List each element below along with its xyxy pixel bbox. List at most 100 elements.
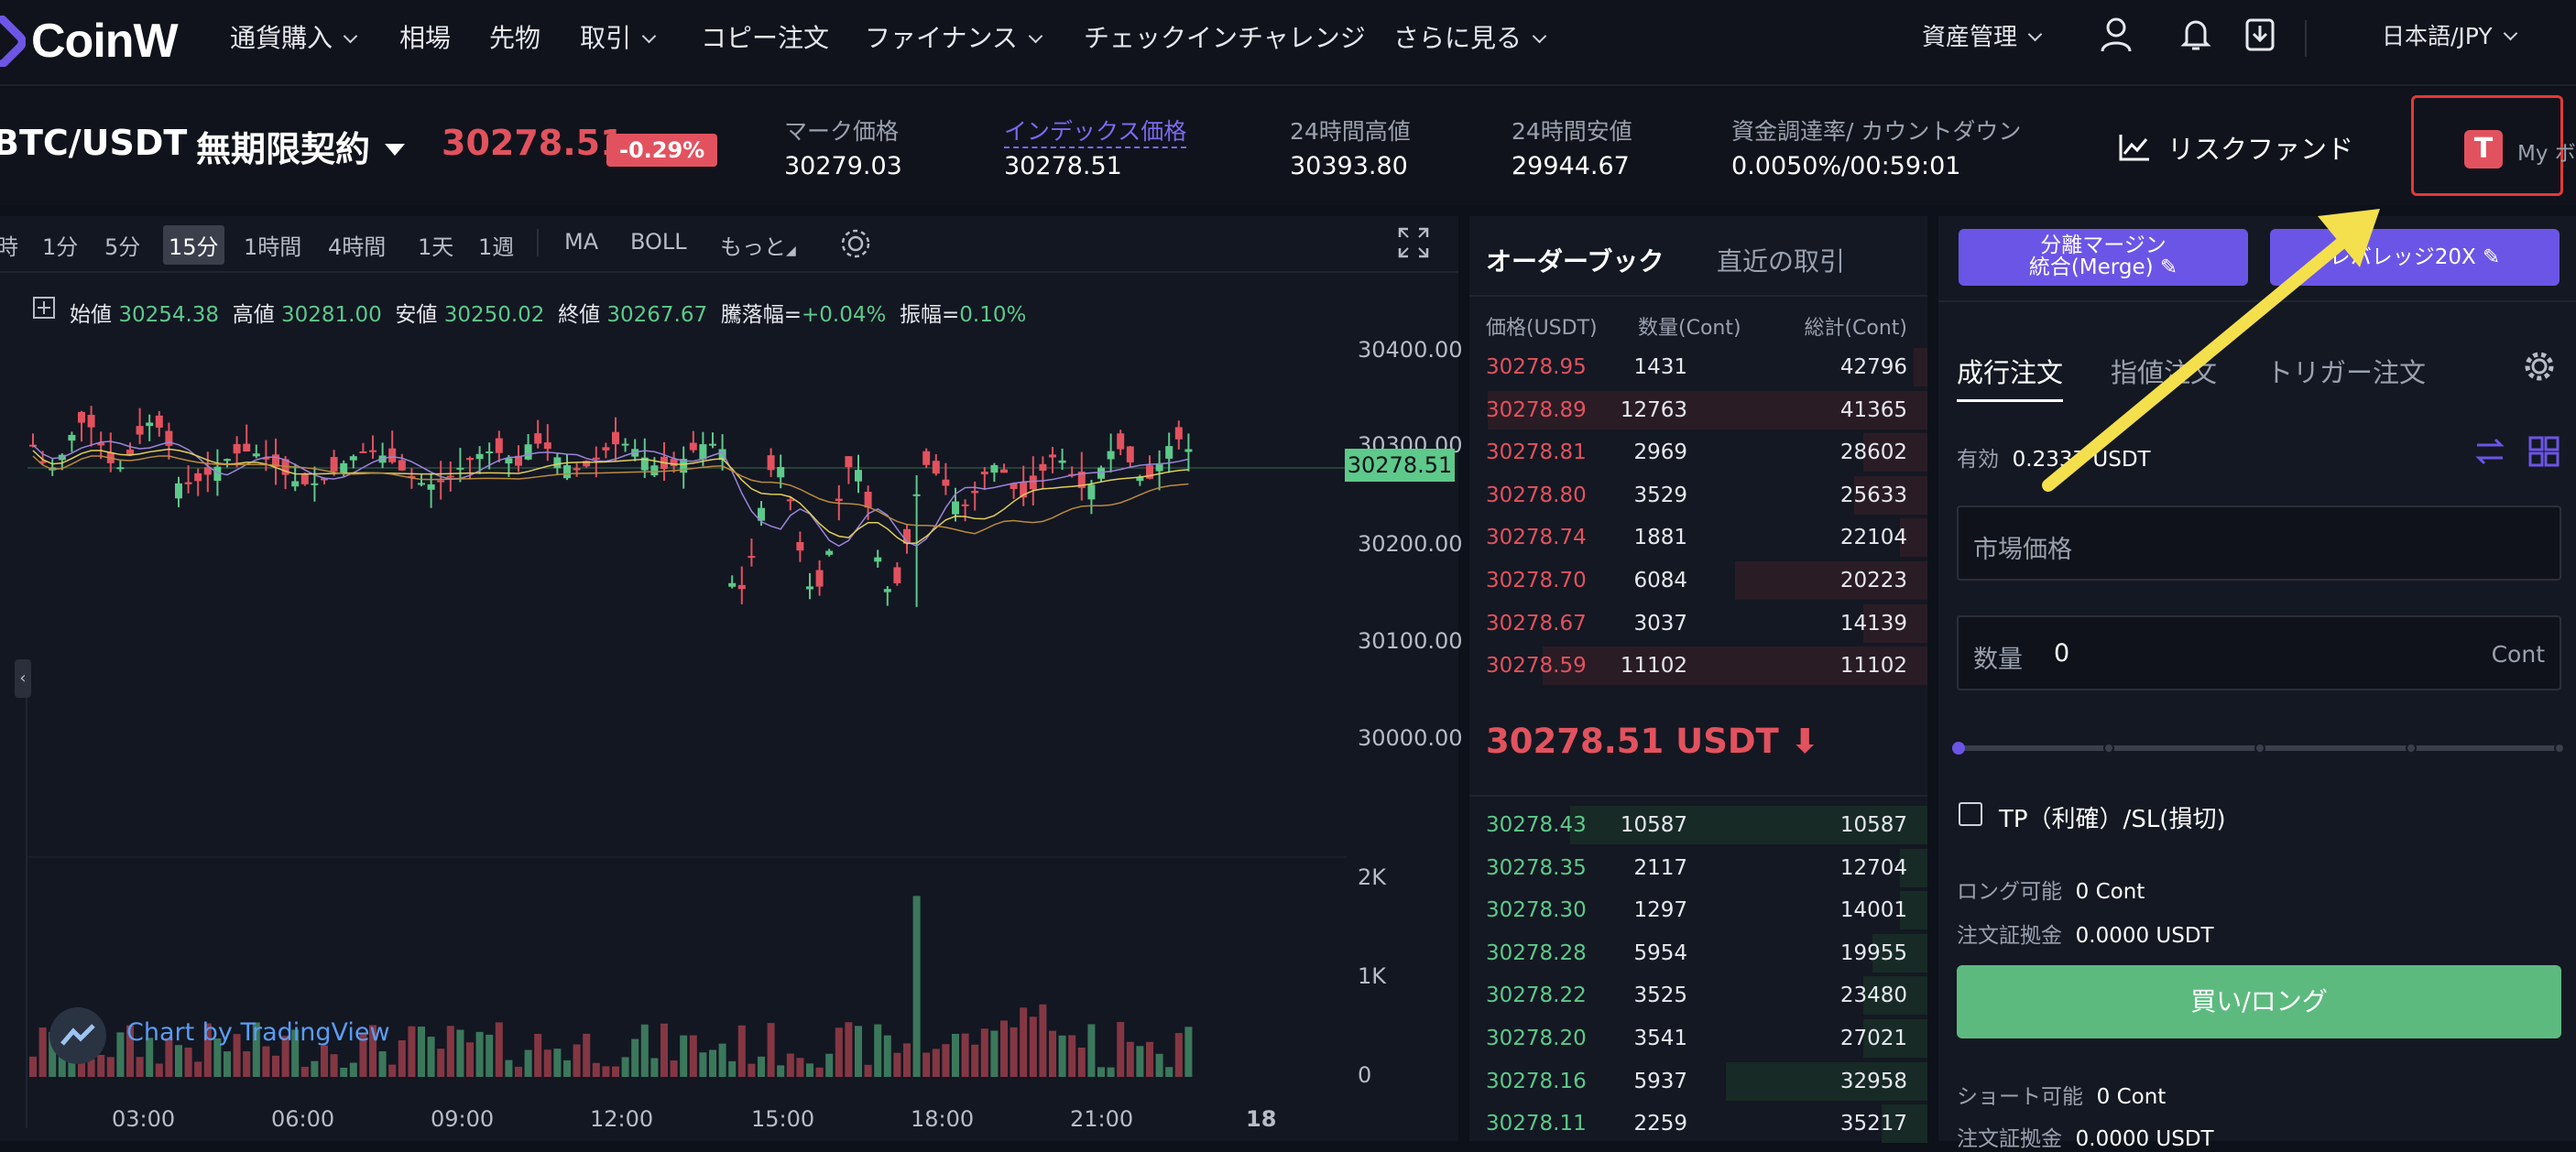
volume-bar <box>1020 1007 1028 1077</box>
volume-bar <box>243 1051 251 1077</box>
nav-trade[interactable]: 取引 <box>580 18 657 55</box>
usdt-logo-icon[interactable]: T <box>2464 130 2503 168</box>
bid-row[interactable]: 30278.20 3541 27021 <box>1469 1017 1927 1060</box>
risk-fund-link[interactable]: リスクファンド <box>2118 128 2353 167</box>
slider-stop[interactable] <box>2554 743 2565 754</box>
quantity-slider[interactable] <box>1952 742 2565 755</box>
user-icon[interactable] <box>2100 16 2133 53</box>
tpsl-checkbox[interactable] <box>1959 802 1982 826</box>
time-tick: 09:00 <box>431 1106 495 1132</box>
bid-row[interactable]: 30278.28 5954 19955 <box>1469 932 1927 974</box>
nav-futures[interactable]: 先物 <box>489 18 540 55</box>
nav-asset-management[interactable]: 資産管理 <box>1922 18 2043 52</box>
nav-checkin-challenge[interactable]: チェックインチャレンジ <box>1084 18 1366 55</box>
margin-mode-button[interactable]: 分離マージン 統合(Merge) ✎ <box>1959 229 2248 286</box>
tab-order-book[interactable]: オーダーブック <box>1486 242 1664 278</box>
candle-body <box>446 475 454 478</box>
ask-row[interactable]: 30278.67 3037 14139 <box>1469 603 1927 645</box>
slider-stop[interactable] <box>2103 743 2114 754</box>
collapse-left-button[interactable]: ‹ <box>15 659 31 698</box>
ask-row[interactable]: 30278.70 6084 20223 <box>1469 560 1927 602</box>
coinw-logo[interactable]: CoinW <box>0 9 179 73</box>
pair-symbol[interactable]: BTC/USDT <box>0 123 187 163</box>
slider-stop[interactable] <box>2254 743 2265 754</box>
settings-gear-icon[interactable] <box>2523 350 2556 383</box>
bid-price: 30278.35 <box>1486 855 1587 880</box>
slider-handle[interactable] <box>1952 742 1965 755</box>
ask-total: 14139 <box>1839 611 1907 636</box>
volume-bar <box>1058 1035 1066 1077</box>
nav-finance[interactable]: ファイナンス <box>865 18 1043 55</box>
volume-bar <box>1136 1046 1144 1077</box>
candle-body <box>845 456 853 468</box>
fullscreen-icon[interactable] <box>1398 227 1429 258</box>
tab-market-order[interactable]: 成行注文 <box>1957 352 2064 402</box>
candle-body <box>456 467 464 470</box>
time-tick: 03:00 <box>112 1106 176 1132</box>
bid-total: 19955 <box>1839 940 1907 965</box>
volume-bar <box>437 1049 445 1077</box>
nav-buy-crypto[interactable]: 通貨購入 <box>230 18 358 55</box>
chart-panel: 時 1分 5分 15分 1時間 4時間 1天 1週 MA BOLL もっと◢ 始… <box>0 216 1463 1141</box>
volume-bar <box>825 1053 834 1077</box>
volume-bar <box>777 1065 785 1077</box>
candle-body <box>573 468 581 471</box>
tradingview-logo-icon[interactable] <box>49 1007 106 1064</box>
tab-limit-order[interactable]: 指値注文 <box>2111 352 2217 390</box>
quantity-field[interactable]: 数量 0 Cont <box>1957 615 2561 690</box>
bid-row[interactable]: 30278.11 2259 35217 <box>1469 1103 1927 1145</box>
ask-row[interactable]: 30278.80 3529 25633 <box>1469 474 1927 516</box>
chevron-down-icon <box>1028 28 1043 44</box>
volume-bar <box>796 1058 804 1077</box>
volume-bar <box>845 1022 853 1077</box>
bid-row[interactable]: 30278.43 10587 10587 <box>1469 804 1927 846</box>
candle-body <box>980 472 988 474</box>
ask-row[interactable]: 30278.89 12763 41365 <box>1469 389 1927 431</box>
volume-bar <box>718 1043 726 1077</box>
low-24h-label: 24時間安値 <box>1512 118 1632 145</box>
ask-row[interactable]: 30278.59 11102 11102 <box>1469 645 1927 687</box>
ask-row[interactable]: 30278.81 2969 28602 <box>1469 431 1927 473</box>
volume-bar <box>1097 1067 1105 1077</box>
volume-bar <box>505 1060 513 1077</box>
candle-body <box>971 491 979 494</box>
leverage-button[interactable]: レバレッジ20X ✎ <box>2270 229 2560 286</box>
bid-row[interactable]: 30278.22 3525 23480 <box>1469 974 1927 1016</box>
transfer-icon[interactable] <box>2473 436 2506 467</box>
volume-bar <box>456 1029 464 1077</box>
volume-bar <box>689 1035 697 1077</box>
tab-recent-trades[interactable]: 直近の取引 <box>1717 242 1845 278</box>
buy-long-button[interactable]: 買い/ロング <box>1957 965 2561 1038</box>
index-price-label[interactable]: インデックス価格 <box>1004 114 1187 148</box>
bid-row[interactable]: 30278.35 2117 12704 <box>1469 847 1927 889</box>
contract-type-selector[interactable]: 無期限契約 <box>196 121 406 171</box>
nav-more[interactable]: さらに見る <box>1393 18 1547 55</box>
download-icon[interactable] <box>2244 16 2276 53</box>
bid-row[interactable]: 30278.30 1297 14001 <box>1469 889 1927 931</box>
my-link[interactable]: My ボ <box>2517 136 2576 167</box>
order-book-panel: オーダーブック 直近の取引 価格(USDT) 数量(Cont) 総計(Cont)… <box>1469 216 1927 1144</box>
market-price-field[interactable]: 市場価格 <box>1957 505 2561 581</box>
calculator-icon[interactable] <box>2528 436 2560 467</box>
ma-line <box>32 440 1189 548</box>
chevron-down-icon <box>1532 28 1547 44</box>
nav-copy-trade[interactable]: コピー注文 <box>701 18 829 55</box>
bid-row[interactable]: 30278.16 5937 32958 <box>1469 1060 1927 1103</box>
last-price: 30278.51 <box>442 123 625 163</box>
bell-icon[interactable] <box>2180 16 2211 53</box>
slider-stop[interactable] <box>2406 743 2417 754</box>
candle-body <box>475 453 484 460</box>
volume-bar <box>194 1061 202 1077</box>
candlestick-chart[interactable] <box>0 216 1347 1141</box>
bid-qty: 10587 <box>1620 813 1687 837</box>
language-selector[interactable]: 日本語/JPY <box>2382 18 2517 51</box>
ask-row[interactable]: 30278.74 1881 22104 <box>1469 516 1927 559</box>
volume-bar <box>786 1053 794 1077</box>
time-tick: 12:00 <box>590 1106 654 1132</box>
volume-bar <box>116 1032 125 1077</box>
ask-row[interactable]: 30278.95 1431 42796 <box>1469 346 1927 388</box>
tab-trigger-order[interactable]: トリガー注文 <box>2266 352 2426 390</box>
nav-markets[interactable]: 相場 <box>399 18 451 55</box>
time-tick: 18:00 <box>911 1106 975 1132</box>
tradingview-watermark[interactable]: Chart by TradingView <box>126 1018 390 1047</box>
